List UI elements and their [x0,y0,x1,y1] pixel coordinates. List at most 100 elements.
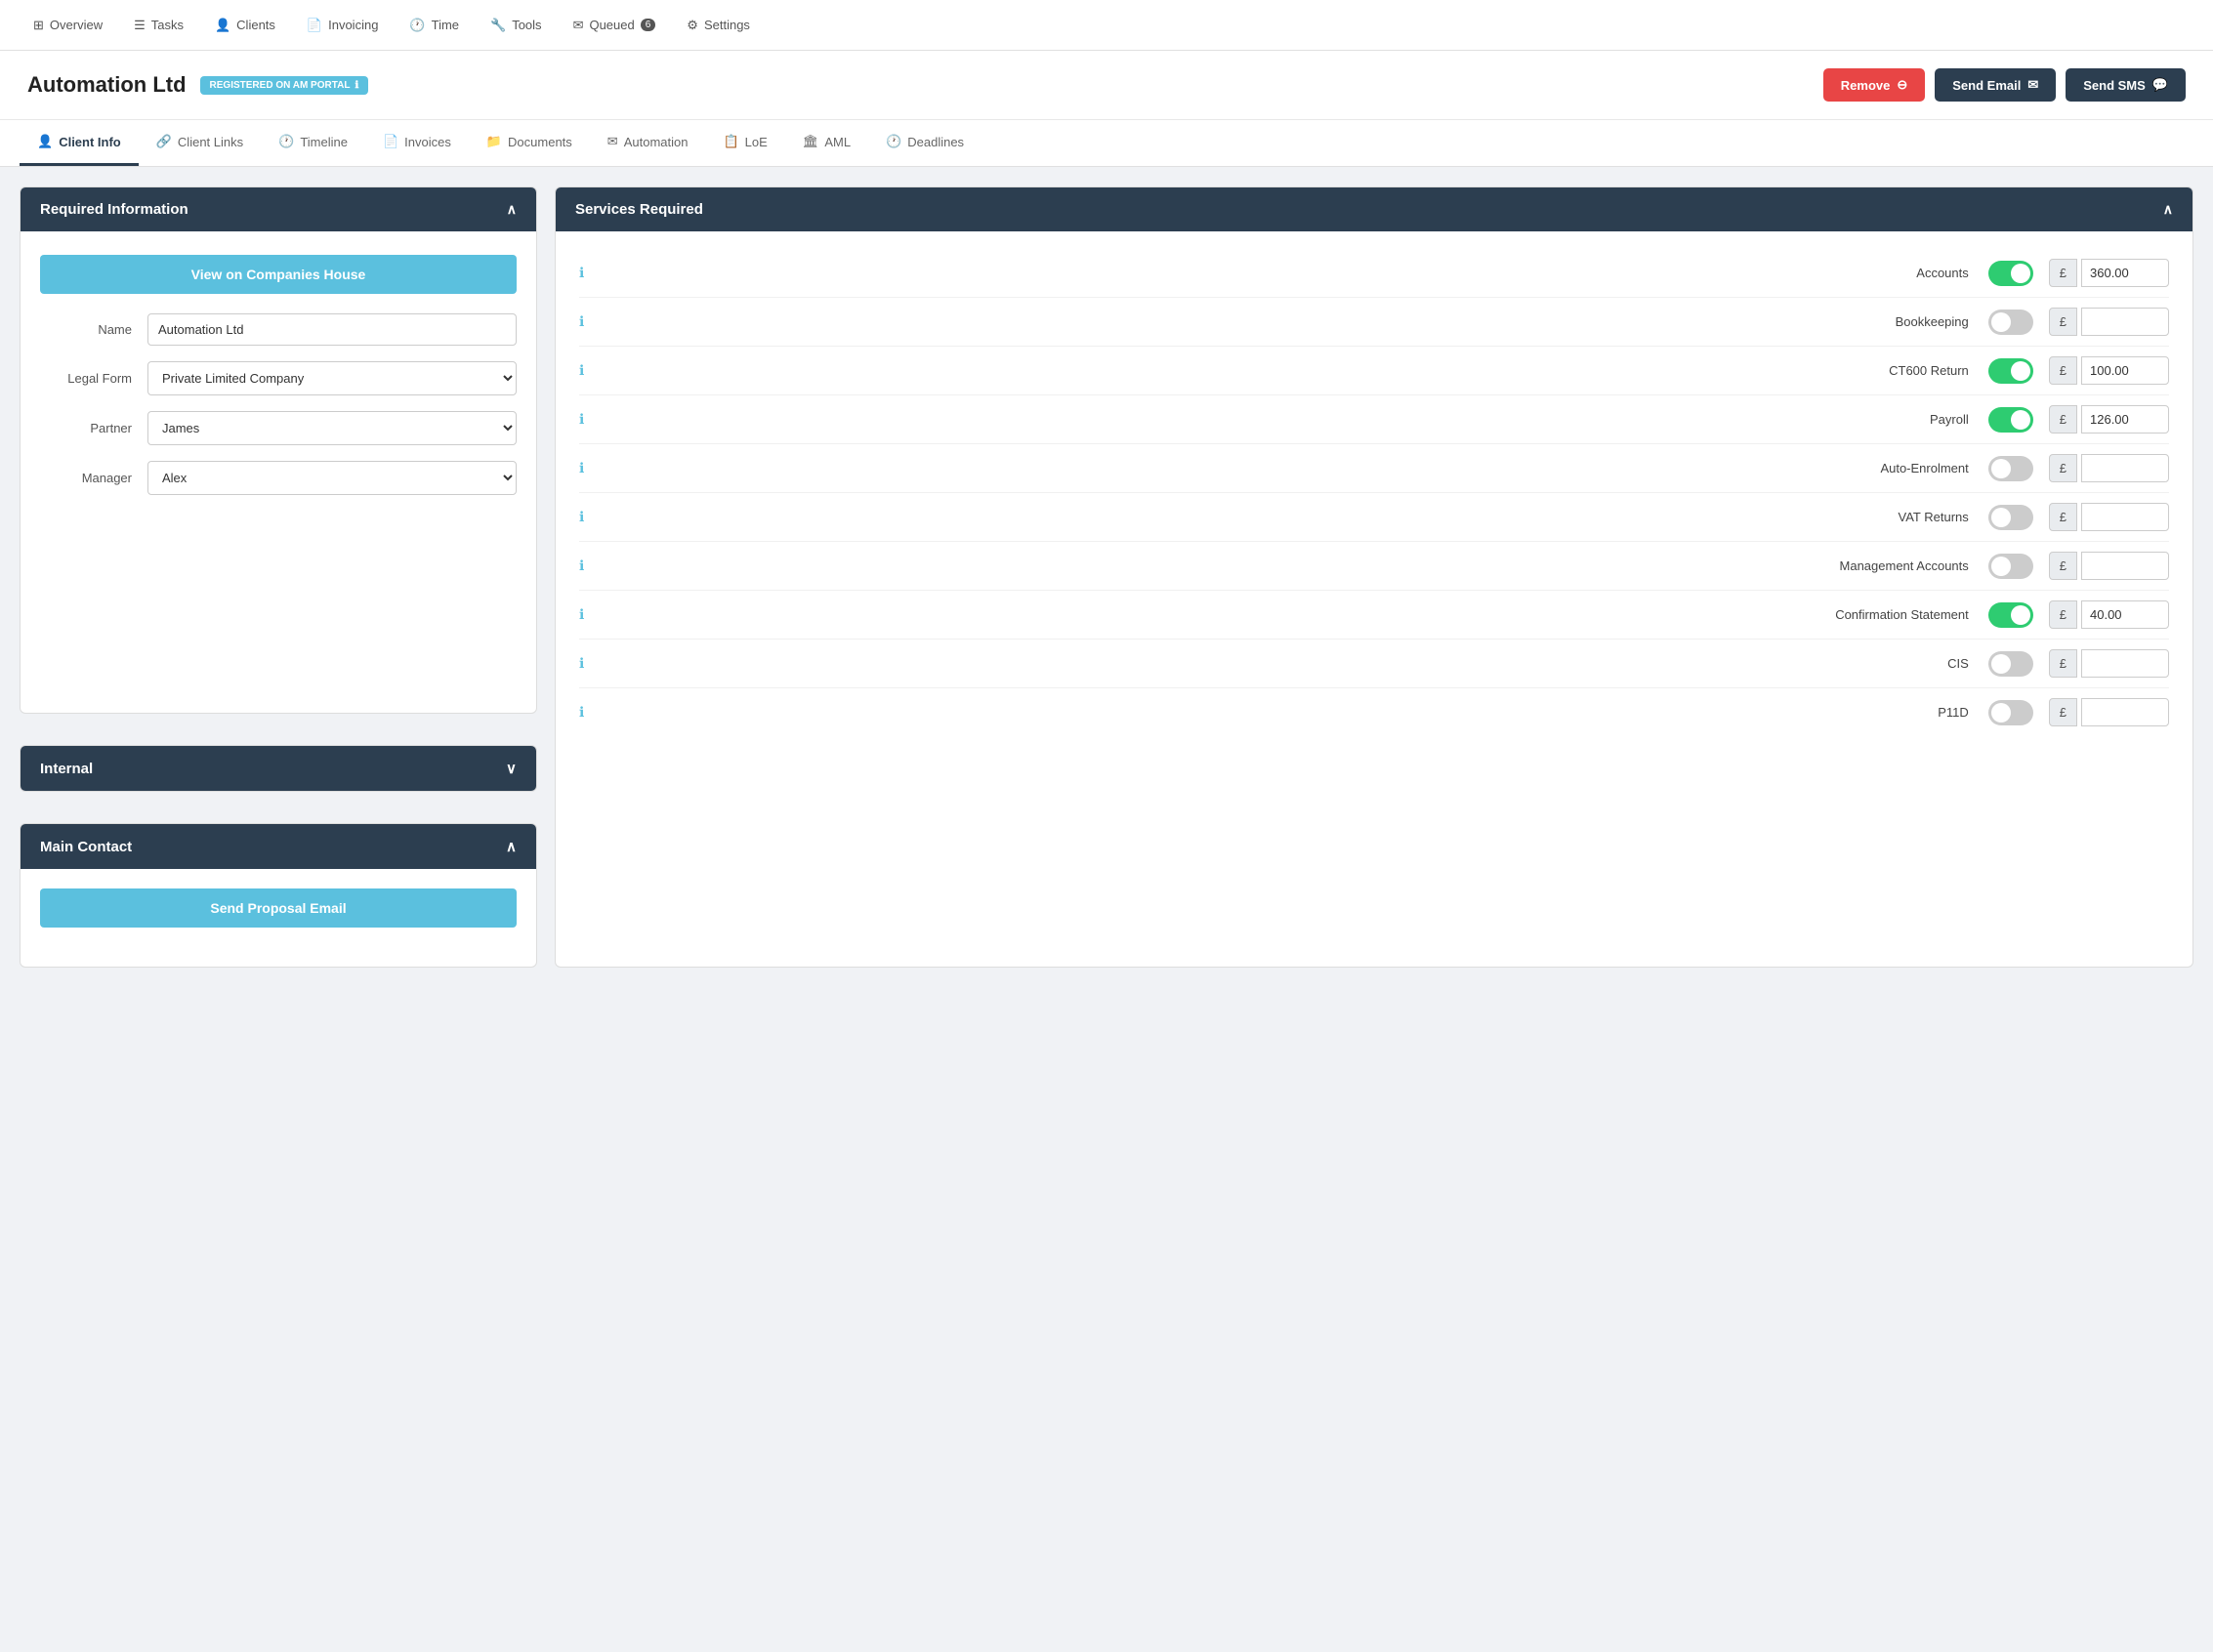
nav-queued[interactable]: ✉ Queued 6 [560,10,670,41]
manager-row: Manager Alex [40,461,517,495]
pound-symbol: £ [2049,405,2077,434]
partner-select[interactable]: James [147,411,517,445]
name-input[interactable] [147,313,517,346]
service-toggle[interactable] [1988,651,2033,677]
price-group: £ [2049,698,2169,726]
service-toggle[interactable] [1988,261,2033,286]
tab-aml[interactable]: 🏛 AML [785,120,868,166]
service-info-icon[interactable]: ℹ [579,655,584,672]
service-name: CIS [592,656,1987,671]
services-body: ℹ Accounts £ ℹ Bookkeeping £ ℹ CT6 [556,231,2192,754]
tab-deadlines[interactable]: 🕐 Deadlines [868,120,981,166]
price-input[interactable] [2081,503,2169,531]
remove-button[interactable]: Remove ⊖ [1823,68,1925,102]
tab-client-info[interactable]: 👤 Client Info [20,120,139,166]
service-name: Bookkeeping [592,314,1987,329]
invoice-icon: 📄 [307,18,322,33]
manager-select[interactable]: Alex [147,461,517,495]
service-toggle[interactable] [1988,407,2033,433]
service-toggle[interactable] [1988,505,2033,530]
service-info-icon[interactable]: ℹ [579,313,584,330]
left-column: Required Information ∧ View on Companies… [20,186,537,968]
main-contact-body: Send Proposal Email [21,869,536,967]
documents-icon: 📁 [486,134,502,149]
user-icon: 👤 [37,134,53,149]
header-left: Automation Ltd REGISTERED ON AM PORTAL ℹ [27,72,368,98]
price-input[interactable] [2081,649,2169,678]
tab-automation[interactable]: ✉ Automation [590,120,706,166]
pound-symbol: £ [2049,259,2077,287]
price-input[interactable] [2081,600,2169,629]
service-row: ℹ P11D £ [579,688,2169,736]
service-row: ℹ Confirmation Statement £ [579,591,2169,640]
legal-form-select[interactable]: Private Limited Company [147,361,517,395]
send-proposal-button[interactable]: Send Proposal Email [40,888,517,928]
service-row: ℹ Auto-Enrolment £ [579,444,2169,493]
header-actions: Remove ⊖ Send Email ✉ Send SMS 💬 [1823,68,2186,102]
service-info-icon[interactable]: ℹ [579,704,584,721]
service-row: ℹ Payroll £ [579,395,2169,444]
price-input[interactable] [2081,698,2169,726]
send-sms-button[interactable]: Send SMS 💬 [2066,68,2186,102]
main-content: Required Information ∧ View on Companies… [0,167,2213,987]
tab-loe[interactable]: 📋 LoE [705,120,784,166]
nav-settings[interactable]: ⚙ Settings [673,10,764,41]
price-input[interactable] [2081,405,2169,434]
main-contact-title: Main Contact [40,839,132,855]
view-companies-house-button[interactable]: View on Companies House [40,255,517,294]
required-info-chevron[interactable]: ∧ [507,201,517,218]
services-title: Services Required [575,201,703,218]
service-info-icon[interactable]: ℹ [579,362,584,379]
required-info-panel: Required Information ∧ View on Companies… [20,186,537,714]
service-toggle[interactable] [1988,310,2033,335]
service-toggle[interactable] [1988,456,2033,481]
price-input[interactable] [2081,259,2169,287]
service-toggle[interactable] [1988,700,2033,725]
price-input[interactable] [2081,454,2169,482]
price-group: £ [2049,649,2169,678]
nav-time[interactable]: 🕐 Time [396,10,473,41]
send-email-button[interactable]: Send Email ✉ [1935,68,2056,102]
price-input[interactable] [2081,308,2169,336]
link-icon: 🔗 [156,134,172,149]
services-chevron[interactable]: ∧ [2163,201,2173,218]
service-info-icon[interactable]: ℹ [579,265,584,281]
invoices-icon: 📄 [383,134,398,149]
main-contact-header[interactable]: Main Contact ∧ [21,824,536,869]
pound-symbol: £ [2049,552,2077,580]
legal-form-row: Legal Form Private Limited Company [40,361,517,395]
top-navigation: ⊞ Overview ☰ Tasks 👤 Clients 📄 Invoicing… [0,0,2213,51]
service-info-icon[interactable]: ℹ [579,558,584,574]
tab-timeline[interactable]: 🕐 Timeline [261,120,365,166]
nav-tools[interactable]: 🔧 Tools [477,10,556,41]
remove-icon: ⊖ [1897,77,1907,93]
partner-row: Partner James [40,411,517,445]
service-toggle[interactable] [1988,554,2033,579]
price-input[interactable] [2081,552,2169,580]
tab-documents[interactable]: 📁 Documents [469,120,590,166]
nav-tasks[interactable]: ☰ Tasks [120,10,197,41]
pound-symbol: £ [2049,600,2077,629]
toggle-slider [1988,261,2033,286]
internal-header[interactable]: Internal ∨ [21,746,536,791]
nav-clients[interactable]: 👤 Clients [201,10,289,41]
partner-label: Partner [40,421,147,435]
nav-invoicing[interactable]: 📄 Invoicing [293,10,393,41]
service-toggle[interactable] [1988,358,2033,384]
nav-overview[interactable]: ⊞ Overview [20,10,116,41]
deadlines-icon: 🕐 [886,134,901,149]
service-toggle[interactable] [1988,602,2033,628]
pound-symbol: £ [2049,308,2077,336]
service-info-icon[interactable]: ℹ [579,606,584,623]
price-input[interactable] [2081,356,2169,385]
service-name: CT600 Return [592,363,1987,378]
price-group: £ [2049,308,2169,336]
tab-invoices[interactable]: 📄 Invoices [365,120,469,166]
service-info-icon[interactable]: ℹ [579,509,584,525]
tab-client-links[interactable]: 🔗 Client Links [139,120,261,166]
service-row: ℹ CIS £ [579,640,2169,688]
service-info-icon[interactable]: ℹ [579,460,584,476]
service-name: Auto-Enrolment [592,461,1987,475]
service-info-icon[interactable]: ℹ [579,411,584,428]
main-contact-chevron: ∧ [506,838,517,855]
